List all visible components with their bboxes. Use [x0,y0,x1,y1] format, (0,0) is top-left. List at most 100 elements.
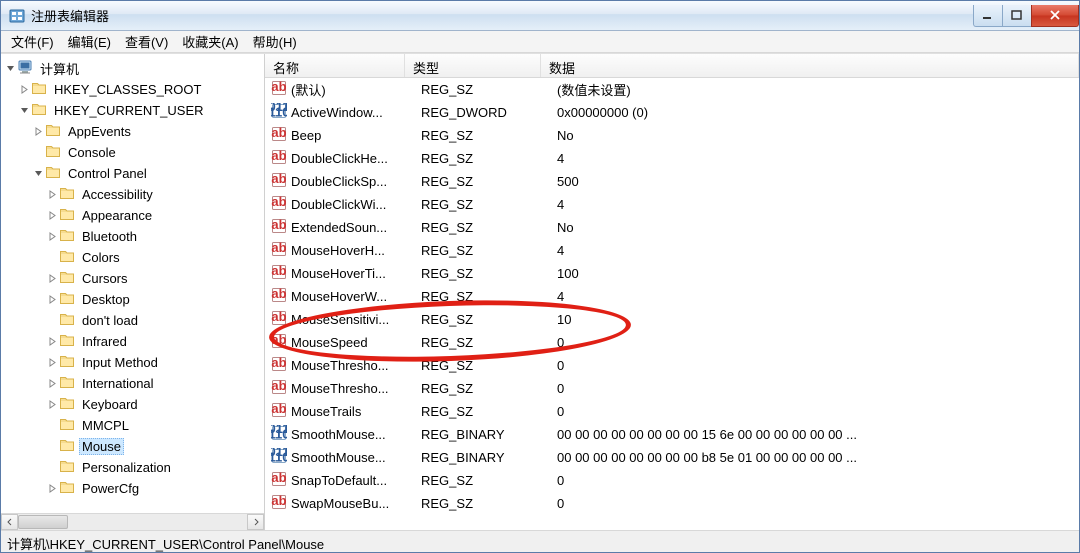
tree-item-appearance[interactable]: Appearance [3,205,264,226]
value-row[interactable]: MouseThresho...REG_SZ0 [265,377,1079,400]
value-data: 0 [557,404,1079,419]
collapse-icon[interactable] [3,62,17,76]
expand-icon[interactable] [45,335,59,349]
value-row[interactable]: MouseHoverW...REG_SZ4 [265,285,1079,308]
minimize-button[interactable] [973,5,1003,27]
tree-item-infrared[interactable]: Infrared [3,331,264,352]
collapse-icon[interactable] [17,104,31,118]
value-type: REG_SZ [421,473,557,488]
tree-item-desktop[interactable]: Desktop [3,289,264,310]
maximize-button[interactable] [1002,5,1032,27]
value-row[interactable]: MouseHoverTi...REG_SZ100 [265,262,1079,285]
value-row[interactable]: MouseTrailsREG_SZ0 [265,400,1079,423]
expand-icon[interactable] [45,377,59,391]
value-row[interactable]: MouseSensitivi...REG_SZ10 [265,308,1079,331]
value-row[interactable]: ActiveWindow...REG_DWORD0x00000000 (0) [265,101,1079,124]
tree-item-personalization[interactable]: Personalization [3,457,264,478]
tree-item-colors[interactable]: Colors [3,247,264,268]
tree-item-international[interactable]: International [3,373,264,394]
scroll-right-button[interactable] [247,514,264,530]
value-row[interactable]: SmoothMouse...REG_BINARY00 00 00 00 00 0… [265,446,1079,469]
tree-item-powercfg[interactable]: PowerCfg [3,478,264,499]
expand-icon[interactable] [45,272,59,286]
value-row[interactable]: MouseHoverH...REG_SZ4 [265,239,1079,262]
tree-label: Appearance [79,207,155,224]
value-row[interactable]: SwapMouseBu...REG_SZ0 [265,492,1079,515]
values-list[interactable]: (默认)REG_SZ(数值未设置)ActiveWindow...REG_DWOR… [265,78,1079,530]
tree-console[interactable]: Console [3,142,264,163]
value-row[interactable]: SmoothMouse...REG_BINARY00 00 00 00 00 0… [265,423,1079,446]
value-row[interactable]: SnapToDefault...REG_SZ0 [265,469,1079,492]
scroll-track[interactable] [18,514,247,530]
value-row[interactable]: (默认)REG_SZ(数值未设置) [265,78,1079,101]
value-data: 100 [557,266,1079,281]
expand-icon[interactable] [31,125,45,139]
value-row[interactable]: ExtendedSoun...REG_SZNo [265,216,1079,239]
expander-placeholder [45,461,59,475]
expand-icon[interactable] [17,83,31,97]
value-type: REG_SZ [421,496,557,511]
content-area: 计算机HKEY_CLASSES_ROOT HKEY_CURRENT_USER App… [1,53,1079,530]
menu-file[interactable]: 文件(F) [5,30,60,53]
column-name[interactable]: 名称 [265,54,405,77]
expand-icon[interactable] [45,188,59,202]
value-name: MouseSensitivi... [291,312,421,327]
tree-control-panel[interactable]: Control Panel [3,163,264,184]
close-button[interactable] [1031,5,1079,27]
titlebar[interactable]: 注册表编辑器 [1,1,1079,31]
expand-icon[interactable] [45,398,59,412]
value-name: (默认) [291,80,421,99]
folder-icon [59,185,75,201]
folder-icon [45,122,61,138]
value-type: REG_SZ [421,358,557,373]
tree-item-don-t-load[interactable]: don't load [3,310,264,331]
scroll-thumb[interactable] [18,515,68,529]
tree-item-accessibility[interactable]: Accessibility [3,184,264,205]
tree-item-bluetooth[interactable]: Bluetooth [3,226,264,247]
expand-icon[interactable] [45,482,59,496]
value-row[interactable]: DoubleClickHe...REG_SZ4 [265,147,1079,170]
tree-label: HKEY_CURRENT_USER [51,102,207,119]
value-name: MouseTrails [291,404,421,419]
tree-hscrollbar[interactable] [1,513,264,530]
menu-help[interactable]: 帮助(H) [247,30,303,53]
collapse-icon[interactable] [31,167,45,181]
tree-hkcr[interactable]: HKEY_CLASSES_ROOT [3,79,264,100]
expand-icon[interactable] [45,356,59,370]
value-row[interactable]: BeepREG_SZNo [265,124,1079,147]
value-type: REG_SZ [421,335,557,350]
registry-tree[interactable]: 计算机HKEY_CLASSES_ROOT HKEY_CURRENT_USER App… [1,54,264,512]
value-row[interactable]: DoubleClickWi...REG_SZ4 [265,193,1079,216]
tree-item-cursors[interactable]: Cursors [3,268,264,289]
column-type[interactable]: 类型 [405,54,541,77]
folder-icon [59,248,75,264]
tree-label: Input Method [79,354,161,371]
string-value-icon [271,149,287,165]
value-row[interactable]: MouseThresho...REG_SZ0 [265,354,1079,377]
value-data: (数值未设置) [557,80,1079,99]
expand-icon[interactable] [45,209,59,223]
tree-hkcu[interactable]: HKEY_CURRENT_USER [3,100,264,121]
tree-item-mouse[interactable]: Mouse [3,436,264,457]
tree-label: Colors [79,249,123,266]
string-value-icon [271,80,287,96]
value-data: 00 00 00 00 00 00 00 00 15 6e 00 00 00 0… [557,427,1079,442]
value-row[interactable]: MouseSpeedREG_SZ0 [265,331,1079,354]
scroll-left-button[interactable] [1,514,18,530]
menu-favorites[interactable]: 收藏夹(A) [176,30,244,53]
values-panel: 名称 类型 数据 (默认)REG_SZ(数值未设置)ActiveWindow..… [265,54,1079,530]
expand-icon[interactable] [45,230,59,244]
tree-item-keyboard[interactable]: Keyboard [3,394,264,415]
value-data: 0 [557,473,1079,488]
tree-root-computer[interactable]: 计算机 [3,58,264,79]
column-data[interactable]: 数据 [541,54,1079,77]
menu-edit[interactable]: 编辑(E) [62,30,117,53]
tree-appevents[interactable]: AppEvents [3,121,264,142]
menu-view[interactable]: 查看(V) [119,30,174,53]
tree-label: Personalization [79,459,174,476]
value-row[interactable]: DoubleClickSp...REG_SZ500 [265,170,1079,193]
tree-item-input-method[interactable]: Input Method [3,352,264,373]
value-type: REG_BINARY [421,427,557,442]
expand-icon[interactable] [45,293,59,307]
tree-item-mmcpl[interactable]: MMCPL [3,415,264,436]
